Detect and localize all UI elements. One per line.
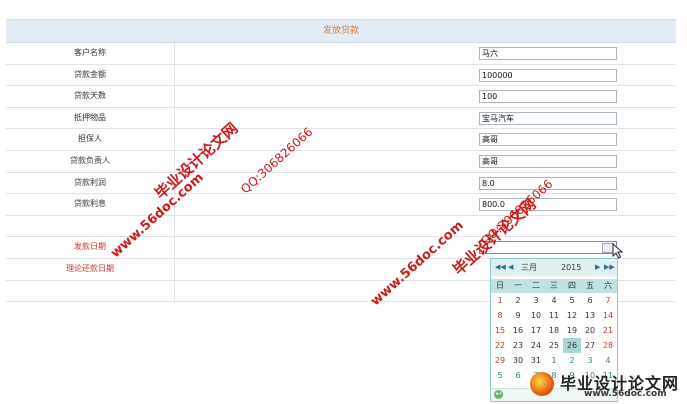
guarantor-input[interactable]: 高哥 — [479, 133, 617, 147]
loan-amount-input[interactable]: 100000 — [479, 68, 617, 82]
calendar-day[interactable]: 14 — [599, 308, 617, 323]
label-due-date: 理论还款日期 — [6, 258, 175, 280]
calendar-day[interactable]: 10 — [527, 308, 545, 323]
form-row-spacer — [6, 215, 676, 238]
weekday-label: 三 — [550, 281, 558, 290]
weekday-label: 四 — [568, 281, 576, 290]
calendar-day[interactable]: 18 — [545, 323, 563, 338]
next-month-icon[interactable]: ▶ — [595, 259, 600, 276]
label-loan-days: 贷款天数 — [6, 86, 175, 107]
calendar-day[interactable]: 23 — [509, 338, 527, 353]
weekday-label: 一 — [514, 281, 522, 290]
weekday-label: 二 — [532, 281, 540, 290]
loan-officer-input[interactable]: 高哥 — [479, 154, 617, 168]
label-issue-date: 发款日期 — [6, 237, 175, 258]
calendar-week-row: 29 30 31 1 2 3 4 — [491, 353, 617, 368]
calendar-day[interactable]: 16 — [509, 323, 527, 338]
calendar-day[interactable]: 27 — [581, 338, 599, 353]
prev-year-icon[interactable]: ◀◀ — [495, 259, 506, 276]
calendar-week-row: 15 16 17 18 19 20 21 — [491, 323, 617, 338]
label-customer-name: 客户名称 — [6, 43, 175, 64]
calendar-day[interactable]: 19 — [563, 323, 581, 338]
calendar-day[interactable]: 24 — [527, 338, 545, 353]
calendar-day[interactable]: 6 — [581, 293, 599, 308]
form-row-issue-date: 发款日期 — [6, 237, 676, 259]
calendar-week-row: 8 9 10 11 12 13 14 — [491, 308, 617, 323]
form-title: 发放贷款 — [6, 19, 676, 43]
calendar-day[interactable]: 30 — [509, 353, 527, 368]
calendar-day[interactable]: 4 — [599, 353, 617, 368]
weekday-label: 六 — [604, 281, 612, 290]
calendar-day[interactable]: 3 — [581, 353, 599, 368]
calendar-day[interactable]: 6 — [509, 368, 527, 383]
brand-logo-icon — [530, 372, 554, 396]
calendar-day[interactable]: 29 — [491, 353, 509, 368]
calendar-day[interactable]: 1 — [545, 353, 563, 368]
form-row-customer: 客户名称 马六 — [6, 43, 676, 65]
label-loan-profit: 贷款利润 — [6, 172, 175, 194]
label-guarantor: 担保人 — [6, 129, 175, 150]
collateral-input[interactable]: 宝马汽车 — [479, 111, 617, 125]
prev-month-icon[interactable]: ◀ — [508, 259, 513, 276]
calendar-day[interactable]: 2 — [509, 293, 527, 308]
calendar-month[interactable]: 三月 — [521, 259, 537, 276]
calendar-day[interactable]: 1 — [491, 293, 509, 308]
calendar-day[interactable]: 17 — [527, 323, 545, 338]
calendar-day[interactable]: 5 — [563, 293, 581, 308]
loan-days-input[interactable]: 100 — [479, 90, 617, 104]
mouse-cursor-icon — [612, 243, 624, 259]
customer-name-input[interactable]: 马六 — [479, 47, 617, 60]
form-row-days: 贷款天数 100 — [6, 86, 676, 108]
calendar-week-row: 1234567 — [491, 293, 617, 308]
calendar-day[interactable]: 21 — [599, 323, 617, 338]
calendar-day[interactable]: 12 — [563, 308, 581, 323]
calendar-day[interactable]: 5 — [491, 368, 509, 383]
calendar-day[interactable]: 20 — [581, 323, 599, 338]
calendar-day[interactable]: 9 — [509, 308, 527, 323]
form-row-amount: 贷款金额 100000 — [6, 64, 676, 87]
today-icon[interactable]: ↩ — [494, 390, 503, 399]
label-loan-amount: 贷款金额 — [6, 64, 175, 86]
calendar-week-row: 22 23 24 25 26 27 28 — [491, 338, 617, 353]
loan-interest-input[interactable]: 800.0 — [479, 198, 617, 212]
form-row-officer: 贷款负责人 高哥 — [6, 150, 676, 173]
calendar-day[interactable]: 22 — [491, 338, 509, 353]
calendar-day[interactable]: 28 — [599, 338, 617, 353]
label-empty-2 — [6, 280, 175, 302]
label-loan-officer: 贷款负责人 — [6, 150, 175, 172]
calendar-day[interactable]: 25 — [545, 338, 563, 353]
brand-url: www.56doc.com — [584, 389, 667, 399]
calendar-day[interactable]: 31 — [527, 353, 545, 368]
calendar-day[interactable]: 13 — [581, 308, 599, 323]
form-row-guarantor: 担保人 高哥 — [6, 129, 676, 151]
calendar-day[interactable]: 26 — [563, 338, 581, 353]
weekday-label: 日 — [496, 281, 504, 290]
next-year-icon[interactable]: ▶▶ — [604, 259, 615, 276]
calendar-day[interactable]: 8 — [491, 308, 509, 323]
brand-logo-block: 毕业设计论文网 www.56doc.com — [530, 370, 680, 400]
calendar-day[interactable]: 7 — [599, 293, 617, 308]
form-row-profit: 贷款利润 8.0 — [6, 172, 676, 195]
label-collateral: 抵押物品 — [6, 107, 175, 129]
calendar-year[interactable]: 2015 — [561, 259, 581, 276]
calendar-day[interactable]: 3 — [527, 293, 545, 308]
weekday-label: 五 — [586, 281, 594, 290]
calendar-day[interactable]: 15 — [491, 323, 509, 338]
calendar-header: ◀◀ ◀ 三月 2015 ▶ ▶▶ — [491, 259, 617, 276]
form-row-collateral: 抵押物品 宝马汽车 — [6, 107, 676, 130]
calendar-day[interactable]: 2 — [563, 353, 581, 368]
weekday-header: 日 一 二 三 四 五 六 — [491, 279, 617, 293]
form-row-interest: 贷款利息 800.0 — [6, 194, 676, 216]
calendar-day[interactable]: 11 — [545, 308, 563, 323]
calendar-day[interactable]: 4 — [545, 293, 563, 308]
